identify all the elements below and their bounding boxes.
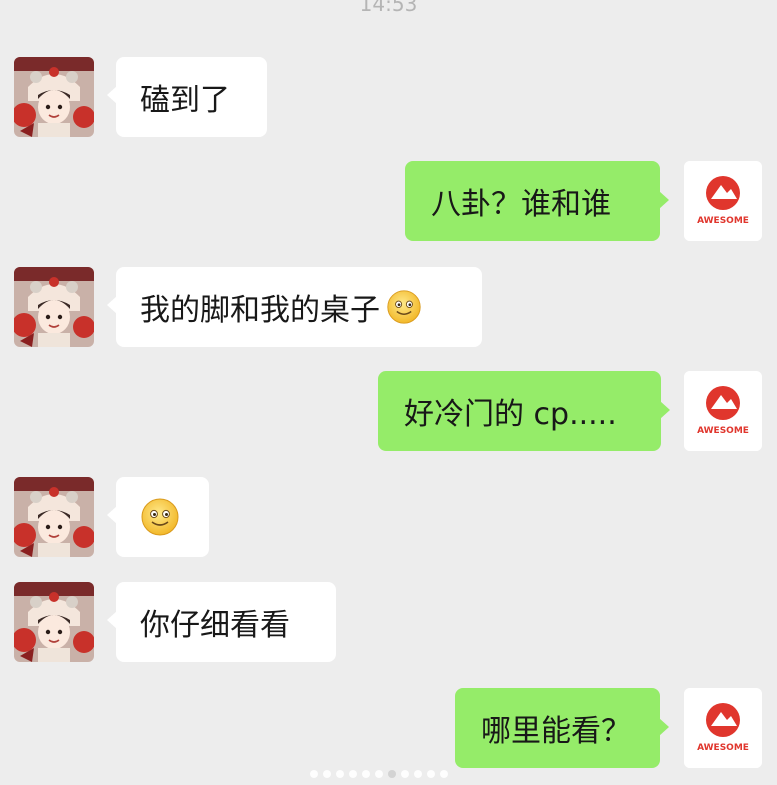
girl-avatar-icon bbox=[14, 57, 94, 137]
page-dot[interactable] bbox=[401, 770, 409, 778]
contact-avatar[interactable] bbox=[14, 477, 94, 557]
page-dot-active[interactable] bbox=[388, 770, 396, 778]
message-bubble-sent[interactable]: 八卦？谁和谁 bbox=[405, 161, 669, 241]
message-bubble-sent[interactable]: 哪里能看？ bbox=[455, 688, 669, 768]
page-dot[interactable] bbox=[349, 770, 357, 778]
page-indicator[interactable] bbox=[310, 770, 448, 778]
message-text: 你仔细看看 bbox=[140, 608, 290, 643]
message-text: 好冷门的 cp..... bbox=[404, 397, 617, 432]
page-dot[interactable] bbox=[323, 770, 331, 778]
message-bubble-received[interactable] bbox=[107, 477, 209, 557]
message-text: 磕到了 bbox=[140, 83, 230, 118]
message-bubble-received[interactable]: 磕到了 bbox=[107, 57, 267, 137]
girl-avatar-icon bbox=[14, 477, 94, 557]
page-dot[interactable] bbox=[310, 770, 318, 778]
contact-avatar[interactable] bbox=[14, 267, 94, 347]
status-time: 14:53 bbox=[359, 0, 418, 16]
contact-avatar[interactable] bbox=[14, 582, 94, 662]
message-text: 我的脚和我的桌子 bbox=[140, 293, 380, 328]
girl-avatar-icon bbox=[14, 582, 94, 662]
my-avatar[interactable] bbox=[684, 371, 762, 451]
girl-avatar-icon bbox=[14, 267, 94, 347]
page-dot[interactable] bbox=[375, 770, 383, 778]
awesome-logo-icon bbox=[684, 161, 762, 241]
message-bubble-received[interactable]: 你仔细看看 bbox=[107, 582, 336, 662]
smile-emoji-icon bbox=[140, 497, 180, 537]
message-text: 八卦？谁和谁 bbox=[431, 187, 611, 222]
page-dot[interactable] bbox=[336, 770, 344, 778]
awesome-logo-icon bbox=[684, 371, 762, 451]
page-dot[interactable] bbox=[362, 770, 370, 778]
page-dot[interactable] bbox=[427, 770, 435, 778]
awesome-logo-icon bbox=[684, 688, 762, 768]
my-avatar[interactable] bbox=[684, 688, 762, 768]
message-bubble-received[interactable]: 我的脚和我的桌子 bbox=[107, 267, 482, 347]
smile-emoji-icon bbox=[386, 289, 422, 325]
message-bubble-sent[interactable]: 好冷门的 cp..... bbox=[378, 371, 670, 451]
page-dot[interactable] bbox=[440, 770, 448, 778]
my-avatar[interactable] bbox=[684, 161, 762, 241]
message-text: 哪里能看？ bbox=[481, 714, 631, 749]
page-dot[interactable] bbox=[414, 770, 422, 778]
contact-avatar[interactable] bbox=[14, 57, 94, 137]
